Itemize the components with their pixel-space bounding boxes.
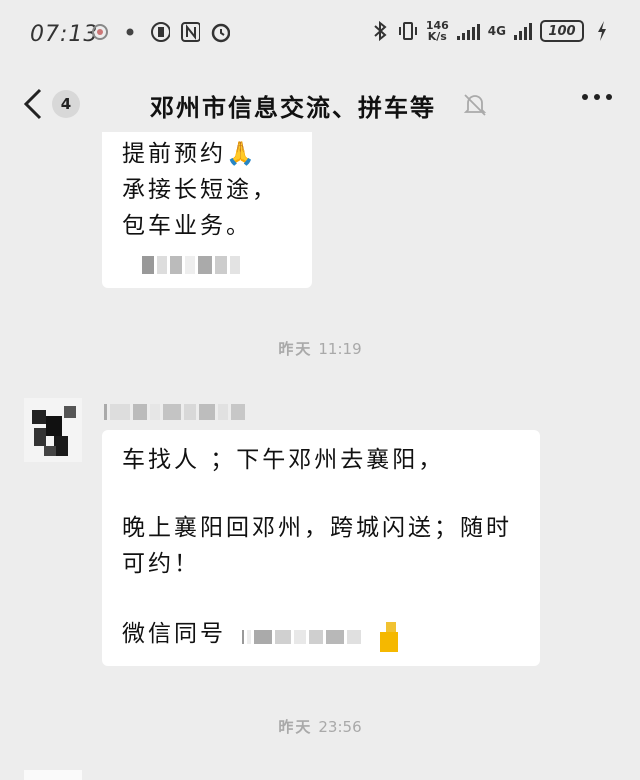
more-dot: [594, 94, 600, 100]
message-timestamp: 昨天 11:19: [0, 338, 640, 359]
message-line: 可约！: [122, 551, 200, 577]
timestamp-day: 昨天: [278, 340, 313, 358]
pixelated-avatar-image: [24, 398, 82, 462]
avatar[interactable]: [24, 398, 82, 462]
net-speed-unit: K/s: [427, 30, 447, 43]
chevron-left-icon: [23, 88, 42, 120]
redacted-phone-number: [242, 630, 361, 644]
message-line: 微信同号: [122, 616, 226, 652]
next-avatar-partial: [24, 770, 82, 780]
chat-header: 4 邓州市信息交流、拼车等: [0, 76, 640, 132]
message-bubble[interactable]: 提前预约🙏 承接长短途， 包车业务。: [102, 132, 312, 288]
status-right: 146 K/s 4G 100: [370, 20, 612, 42]
vibrate-icon: [398, 21, 418, 41]
back-button[interactable]: [20, 86, 48, 122]
pray-emoji-icon: 🙏: [226, 141, 258, 167]
bluetooth-icon: [370, 20, 390, 42]
message-line: 晚上襄阳回邓州，跨城闪送；随时: [122, 515, 512, 541]
message-line: 车找人 ；下午邓州去襄阳，: [122, 447, 445, 473]
message-bubble[interactable]: 车找人 ；下午邓州去襄阳， 晚上襄阳回邓州，跨城闪送；随时 可约！ 微信同号: [102, 430, 540, 666]
dot-icon: [120, 22, 140, 42]
timestamp-day: 昨天: [278, 718, 313, 736]
timestamp-time: 23:56: [318, 718, 362, 736]
unread-count-badge: 4: [52, 90, 80, 118]
signal-icon: [456, 22, 480, 40]
status-time: 07:13: [30, 22, 99, 47]
net-speed: 146 K/s: [426, 20, 449, 42]
more-dot: [606, 94, 612, 100]
mute-bell-icon: [462, 92, 488, 118]
signal-icon-2: [514, 22, 532, 40]
message-line: 提前预约🙏: [122, 141, 258, 167]
status-icons-left: [90, 22, 230, 43]
network-type: 4G: [487, 24, 506, 38]
message-text: 提前预约🙏 承接长短途， 包车业务。: [122, 136, 278, 244]
alarm-icon: [210, 22, 230, 43]
redacted-emoji: [380, 622, 400, 652]
redacted-text: [142, 256, 240, 274]
charging-icon: [592, 21, 612, 41]
record-icon: [90, 22, 110, 42]
wechat-id-label: 微信同号: [122, 621, 226, 647]
message-timestamp: 昨天 23:56: [0, 716, 640, 737]
status-bar: 07:13 146 K/s 4G 100: [0, 0, 640, 70]
message-line: 承接长短途，: [122, 177, 278, 203]
sender-name-redacted: [104, 404, 304, 424]
message-line: 包车业务。: [122, 213, 252, 239]
more-dot: [582, 94, 588, 100]
chat-title[interactable]: 邓州市信息交流、拼车等: [150, 88, 436, 123]
more-options-button[interactable]: [582, 94, 612, 100]
notification-icon: [150, 22, 170, 42]
timestamp-time: 11:19: [318, 340, 362, 358]
battery-level: 100: [540, 20, 584, 42]
nfc-icon: [180, 22, 200, 42]
